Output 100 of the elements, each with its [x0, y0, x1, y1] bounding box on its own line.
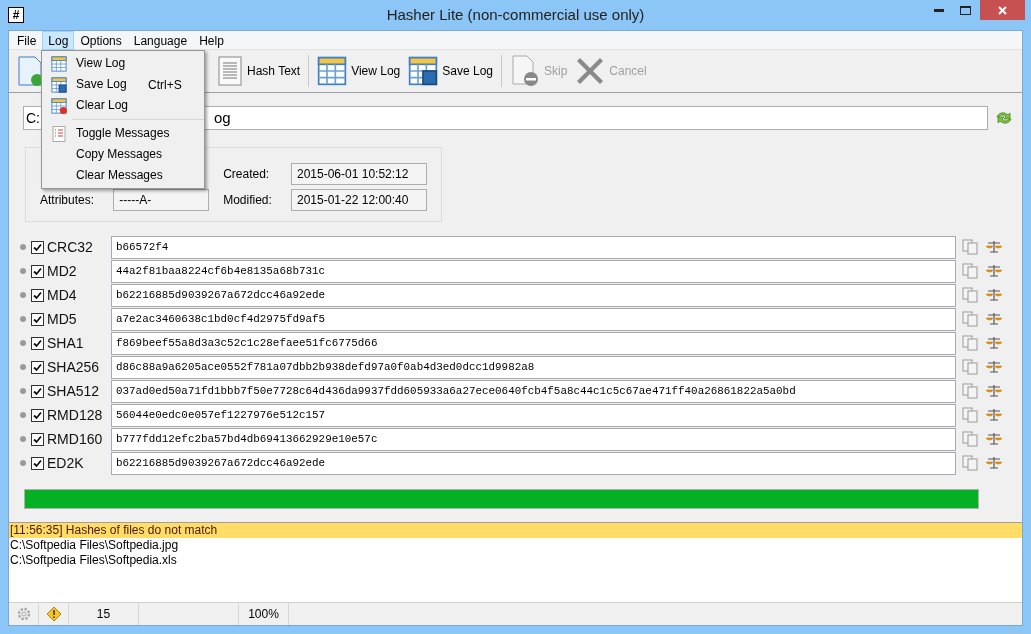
menu-item[interactable]: File: [11, 30, 43, 50]
copy-icon: [962, 383, 978, 399]
scales-icon: [986, 432, 1002, 446]
menu-item[interactable]: Language: [127, 30, 194, 50]
checkbox[interactable]: [31, 384, 44, 398]
table-delete-icon: [51, 97, 67, 114]
check-icon: [33, 410, 42, 420]
checkbox[interactable]: [31, 312, 44, 326]
hash-field[interactable]: 44a2f81baa8224cf6b4e8135a68b731c: [111, 259, 956, 283]
menu-entry[interactable]: Clear Messages: [42, 165, 204, 186]
hash-label: RMD128: [47, 405, 104, 425]
scales-icon: [986, 336, 1002, 350]
gear-icon[interactable]: [15, 606, 32, 622]
menu-entry-label: View Log: [76, 56, 127, 71]
hash-field[interactable]: 56044e0edc0e057ef1227976e512c157: [111, 403, 956, 427]
compare-button[interactable]: [985, 358, 1003, 376]
compare-button[interactable]: [985, 334, 1003, 352]
hash-field[interactable]: f869beef55a8d3a3c52c1c28efaee51fc6775d66: [111, 331, 956, 355]
hash-field[interactable]: b62216885d9039267a672dcc46a92ede: [111, 283, 956, 307]
hash-field[interactable]: a7e2ac3460638c1bd0cf4d2975fd9af5: [111, 307, 956, 331]
copy-button[interactable]: [961, 334, 979, 352]
copy-button[interactable]: [961, 238, 979, 256]
maximize-icon: [959, 5, 971, 15]
checkbox[interactable]: [31, 360, 44, 374]
warning-icon: [45, 606, 62, 622]
menu-entry-label: Save Log: [76, 77, 128, 92]
checkbox[interactable]: [31, 336, 44, 350]
document-icon: [217, 56, 243, 86]
hash-label: ED2K: [47, 453, 85, 473]
menu-item[interactable]: Log: [42, 30, 75, 50]
copy-button[interactable]: [961, 262, 979, 280]
scales-icon: [986, 312, 1002, 326]
toolbar-button[interactable]: Hash Text: [215, 53, 303, 89]
check-icon: [33, 386, 42, 396]
scales-icon: [986, 264, 1002, 278]
scales-icon: [986, 360, 1002, 374]
field-label: Created:: [223, 165, 271, 183]
hash-field[interactable]: b777fdd12efc2ba57bd4db69413662929e10e57c: [111, 427, 956, 451]
toolbar-button[interactable]: View Log: [315, 53, 403, 89]
compare-button[interactable]: [985, 238, 1003, 256]
hash-label: SHA256: [47, 357, 101, 377]
check-icon: [33, 290, 42, 300]
copy-button[interactable]: [961, 310, 979, 328]
table-save-icon: [51, 76, 67, 93]
date-field: 2015-06-01 10:52:12: [291, 162, 427, 185]
check-icon: [33, 362, 42, 372]
close-icon: [998, 5, 1007, 15]
app-icon: #: [8, 7, 24, 23]
hash-field[interactable]: b66572f4: [111, 235, 956, 259]
hash-field[interactable]: b62216885d9039267a672dcc46a92ede: [111, 451, 956, 475]
field-label: Attributes:: [40, 191, 96, 209]
checkbox[interactable]: [31, 432, 44, 446]
copy-icon: [962, 359, 978, 375]
log-line: C:\Softpedia Files\Softpedia.xls: [9, 553, 178, 568]
hash-field[interactable]: d86c88a9a6205ace0552f781a07dbb2b938defd97a0f0ab4d3ed0dcc1d9982a8: [111, 355, 956, 379]
check-icon: [33, 266, 42, 276]
menu-item[interactable]: Options: [74, 30, 128, 50]
minimize-icon: [934, 8, 944, 12]
refresh-icon: [995, 110, 1013, 126]
copy-button[interactable]: [961, 286, 979, 304]
close-button[interactable]: [980, 0, 1025, 20]
copy-icon: [962, 263, 978, 279]
compare-button[interactable]: [985, 406, 1003, 424]
scales-icon: [986, 240, 1002, 254]
table-icon: [317, 56, 348, 86]
compare-button[interactable]: [985, 430, 1003, 448]
compare-button[interactable]: [985, 382, 1003, 400]
menu-item[interactable]: Help: [193, 30, 230, 50]
field-label: Modified:: [223, 191, 273, 209]
copy-button[interactable]: [961, 406, 979, 424]
hash-field[interactable]: 037ad0ed50a71fd1bbb7f50e7728c64d436da9937fdd605933a6a27ece0640fcb4f5a8c44c1c5c67ae471ff40a26861822a5a0bd: [111, 379, 956, 403]
cross-icon: [575, 56, 606, 86]
list-icon: [52, 125, 66, 142]
compare-button[interactable]: [985, 286, 1003, 304]
copy-button[interactable]: [961, 430, 979, 448]
checkbox[interactable]: [31, 408, 44, 422]
menu-entry[interactable]: Copy Messages: [42, 144, 204, 165]
hash-label: CRC32: [47, 237, 94, 257]
checkbox[interactable]: [31, 288, 44, 302]
compare-button[interactable]: [985, 310, 1003, 328]
date-field: 2015-01-22 12:00:40: [291, 188, 427, 211]
copy-icon: [962, 431, 978, 447]
checkbox[interactable]: [31, 240, 44, 254]
checkbox[interactable]: [31, 456, 44, 470]
menu-entry[interactable]: View Log: [42, 53, 204, 74]
menu-entry[interactable]: Save Log Ctrl+S: [42, 74, 204, 95]
copy-button[interactable]: [961, 454, 979, 472]
compare-button[interactable]: [985, 454, 1003, 472]
copy-icon: [962, 335, 978, 351]
scales-icon: [986, 456, 1002, 470]
compare-button[interactable]: [985, 262, 1003, 280]
toolbar-button[interactable]: Save Log: [406, 53, 495, 89]
window-title: Hasher Lite (non-commercial use only): [386, 4, 645, 25]
copy-button[interactable]: [961, 382, 979, 400]
hash-label: RMD160: [47, 429, 104, 449]
hash-label: SHA1: [47, 333, 85, 353]
checkbox[interactable]: [31, 264, 44, 278]
zoom-label: 100%: [248, 606, 279, 623]
count-label: 15: [96, 606, 111, 623]
copy-button[interactable]: [961, 358, 979, 376]
